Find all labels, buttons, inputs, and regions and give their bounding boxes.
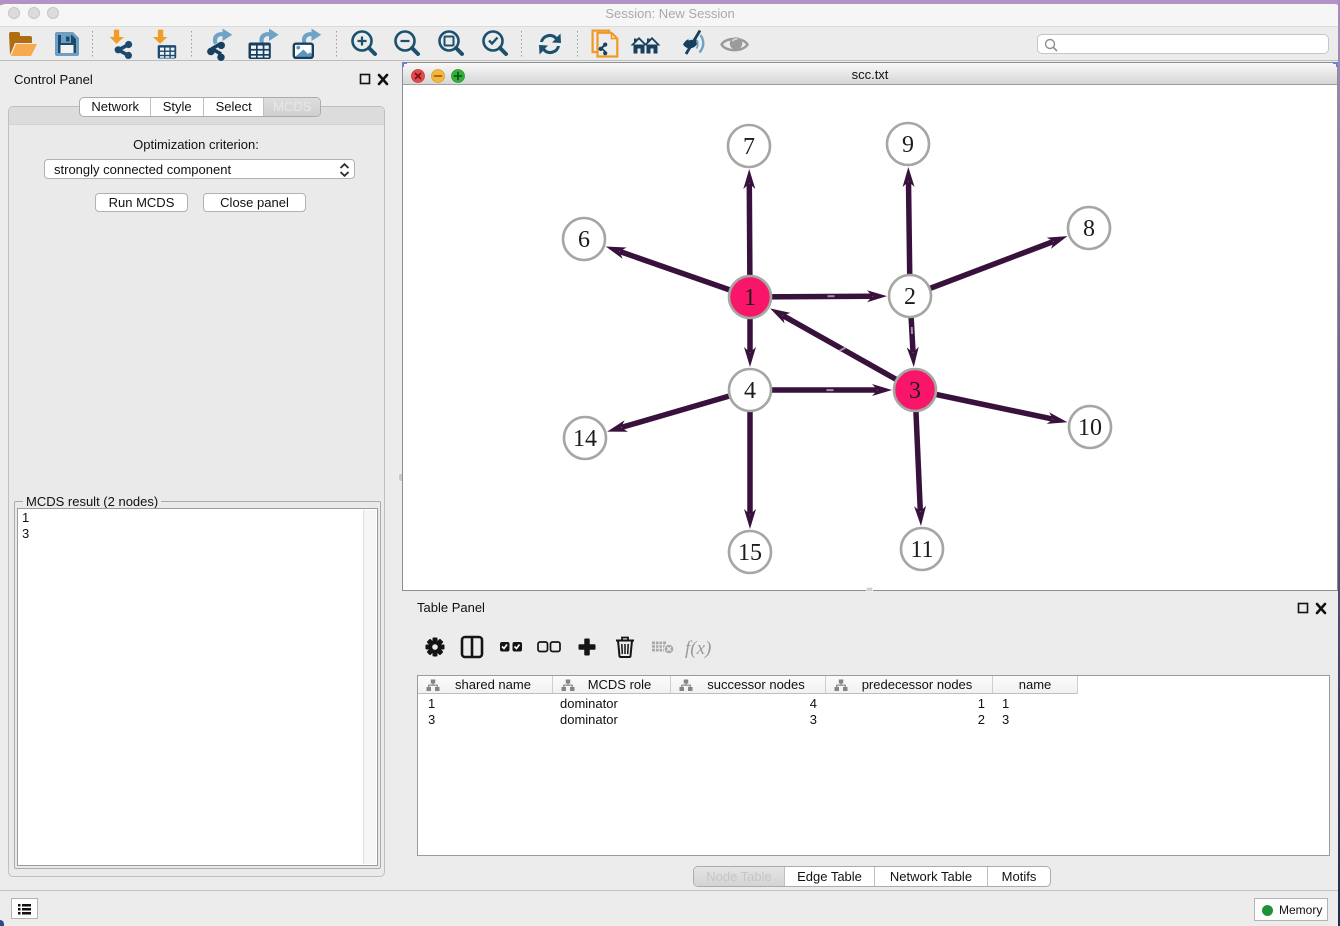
svg-text:11: 11: [910, 537, 933, 563]
svg-text:3: 3: [909, 378, 921, 404]
svg-text:6: 6: [578, 227, 590, 253]
svg-text:8: 8: [1083, 216, 1095, 242]
svg-text:f(x): f(x): [685, 638, 711, 659]
svg-text:2: 2: [904, 284, 916, 310]
svg-text:7: 7: [743, 134, 755, 160]
svg-text:10: 10: [1078, 415, 1102, 441]
svg-text:9: 9: [902, 132, 914, 158]
svg-text:15: 15: [738, 540, 762, 566]
svg-text:14: 14: [573, 426, 597, 452]
svg-text:1: 1: [744, 285, 756, 311]
svg-text:4: 4: [744, 378, 756, 404]
